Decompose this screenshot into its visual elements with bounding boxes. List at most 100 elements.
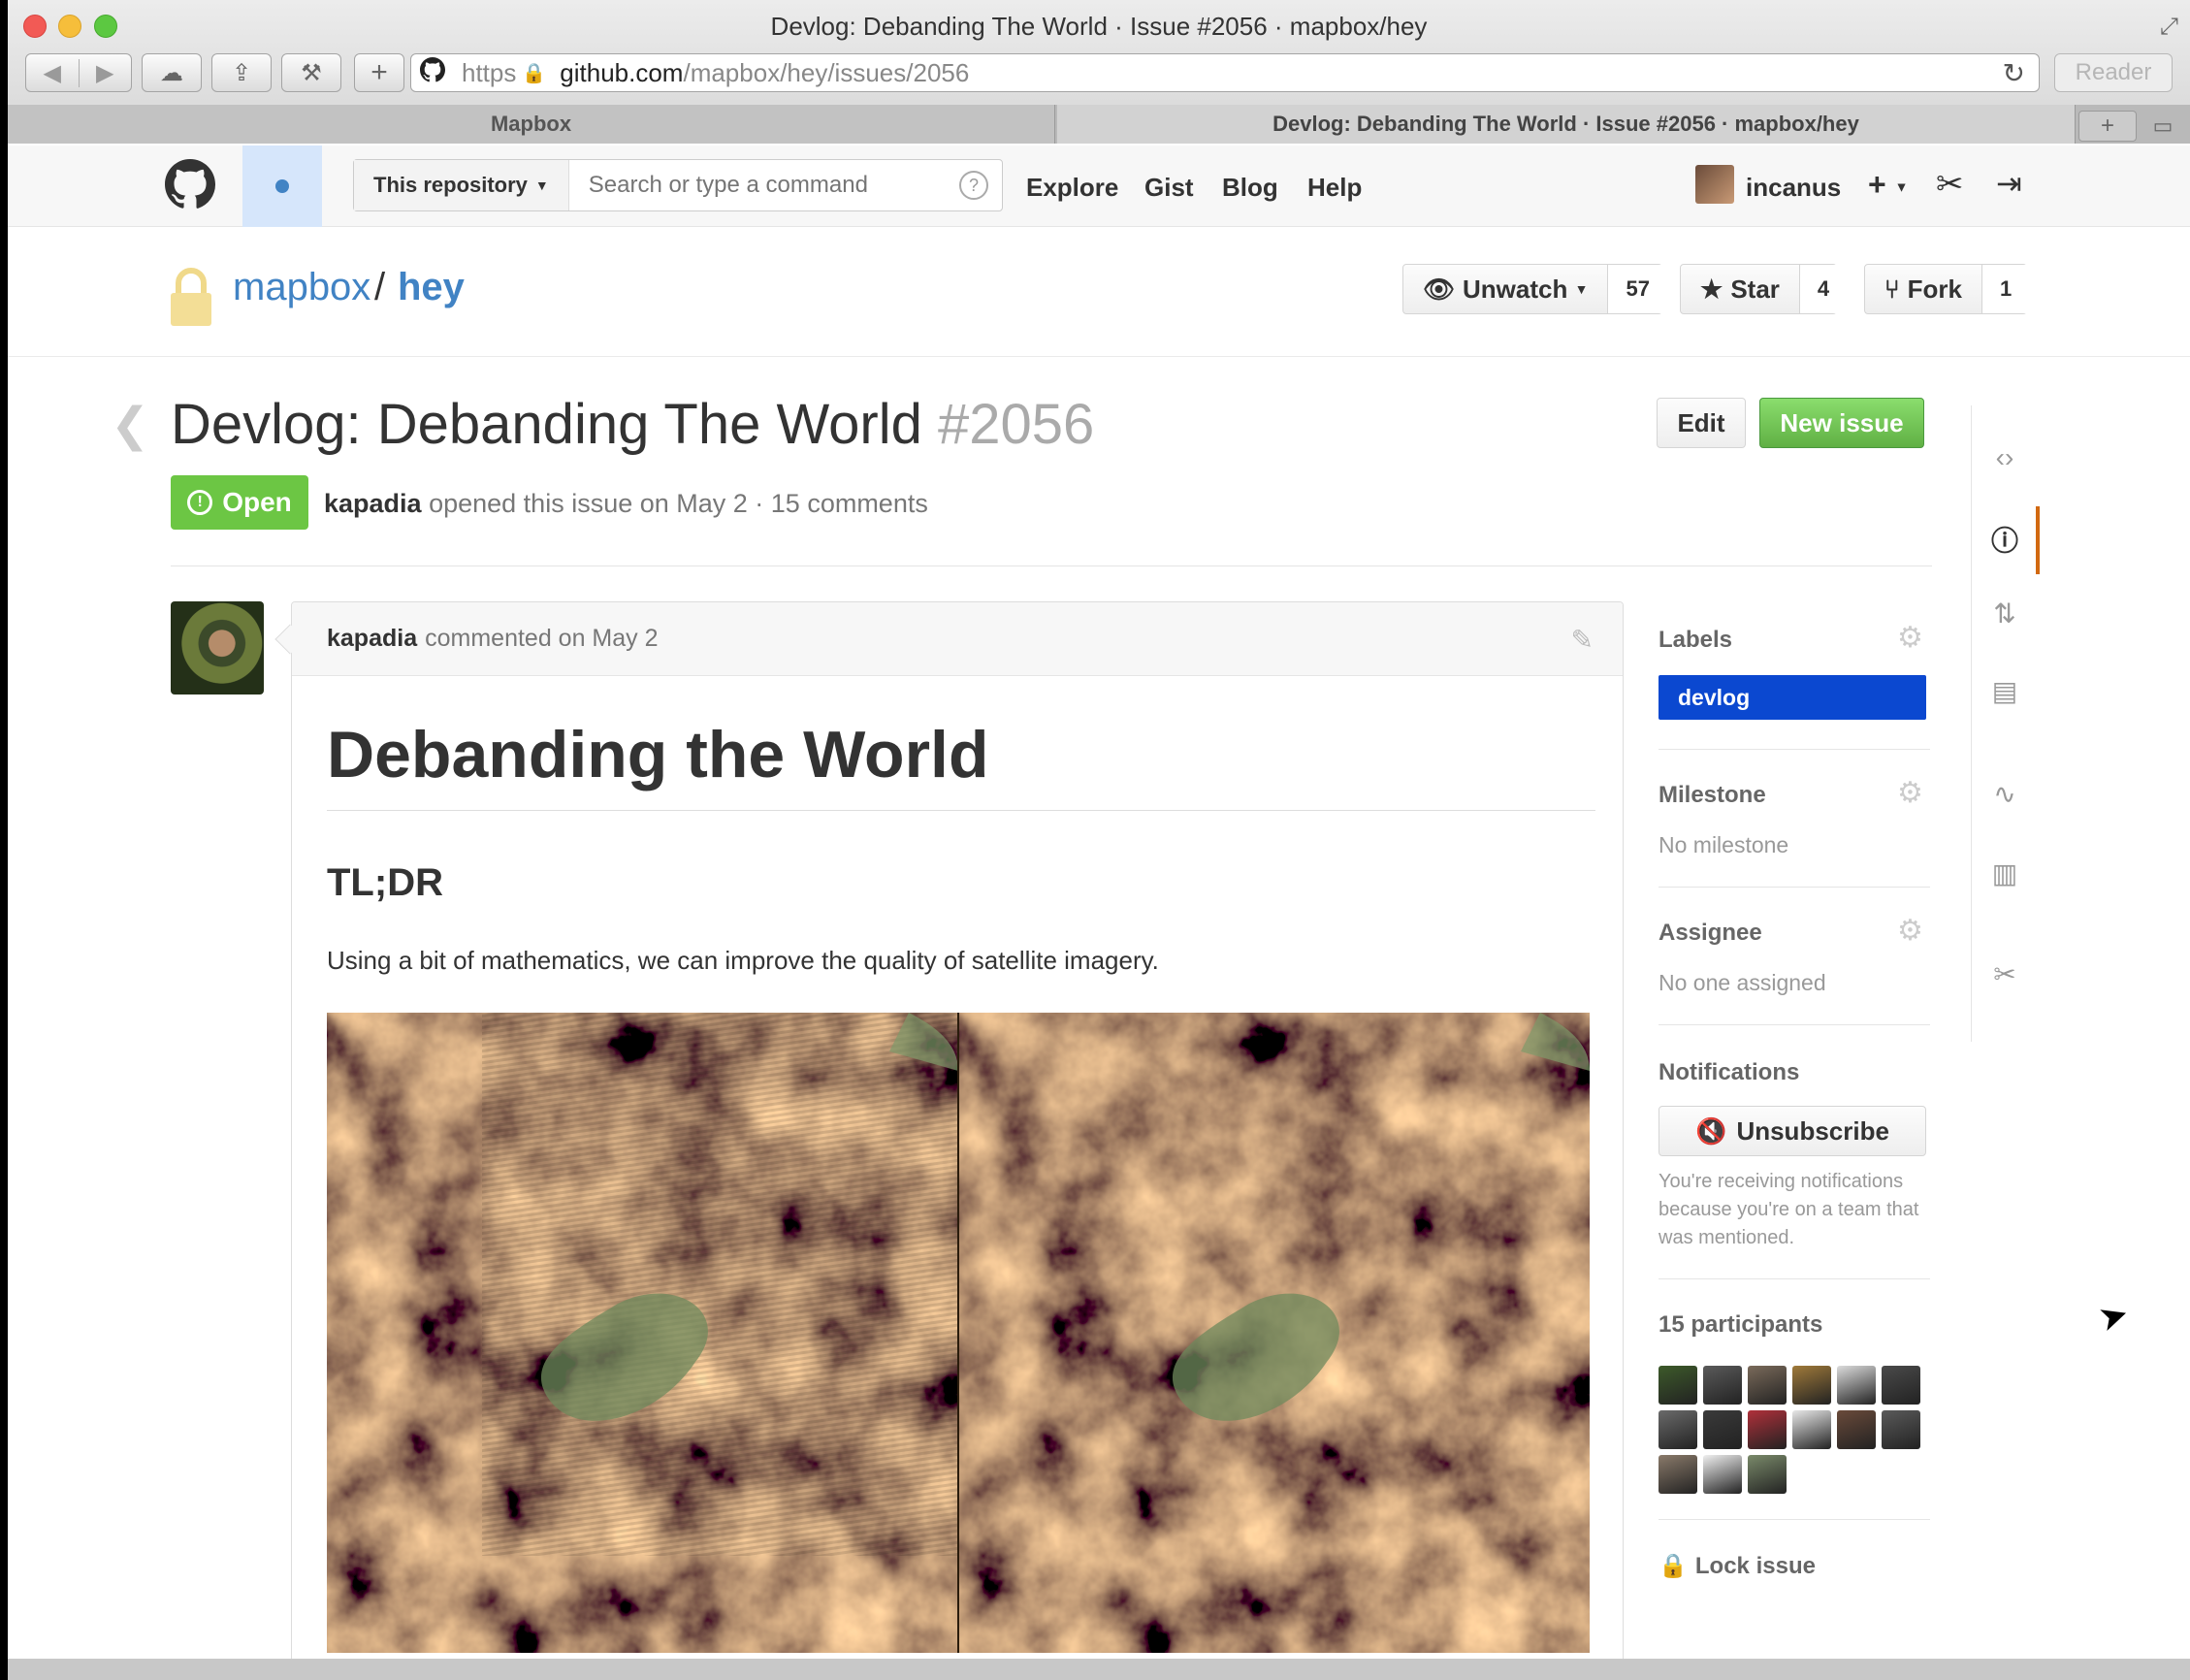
participant-avatar[interactable]	[1659, 1366, 1697, 1405]
participant-avatar[interactable]	[1882, 1366, 1920, 1405]
lock-issue-link[interactable]: 🔒 Lock issue	[1659, 1552, 1816, 1580]
participant-avatar[interactable]	[1792, 1410, 1831, 1449]
url-path: /mapbox/hey/issues/2056	[683, 57, 970, 87]
repo-path-separator: /	[374, 266, 386, 308]
new-issue-button[interactable]: New issue	[1759, 398, 1924, 448]
participant-avatar[interactable]	[1748, 1455, 1787, 1494]
wiki-book-icon[interactable]: ▤	[1972, 675, 2038, 707]
unsubscribe-button[interactable]: 🔇 Unsubscribe	[1659, 1106, 1926, 1156]
browser-window: Devlog: Debanding The World · Issue #205…	[8, 0, 2190, 1680]
participant-avatar[interactable]	[1837, 1410, 1876, 1449]
user-avatar[interactable]	[1695, 165, 1734, 204]
participant-avatar[interactable]	[1703, 1366, 1742, 1405]
address-bar[interactable]: https 🔒 github.com /mapbox/hey/issues/20…	[410, 53, 2040, 92]
nav-explore[interactable]: Explore	[1026, 173, 1118, 203]
issue-number: #2056	[938, 393, 1095, 456]
secure-lock-icon: 🔒	[522, 62, 547, 84]
comment-author-link[interactable]: kapadia	[327, 625, 417, 653]
nav-blog[interactable]: Blog	[1222, 173, 1278, 203]
mute-icon: 🔇	[1695, 1115, 1727, 1146]
fork-icon: ⑂	[1884, 274, 1900, 304]
username-link[interactable]: incanus	[1746, 173, 1841, 203]
unread-notification-dot-icon	[275, 179, 289, 193]
share-button[interactable]: ⇪	[211, 53, 272, 92]
create-new-button[interactable]: + ▼	[1868, 167, 1908, 203]
notifications-reason: You're receiving notifications because y…	[1659, 1171, 1919, 1248]
back-to-issues-chevron-icon[interactable]: ❮	[111, 398, 149, 452]
plus-icon: +	[1868, 167, 1886, 202]
search-help-icon[interactable]: ?	[959, 171, 988, 200]
edit-issue-button[interactable]: Edit	[1657, 398, 1746, 448]
participant-avatar[interactable]	[1703, 1410, 1742, 1449]
search-input[interactable]	[568, 160, 959, 210]
nav-help[interactable]: Help	[1307, 173, 1362, 203]
github-header: This repository ▼ ? Explore Gist Blog He…	[8, 145, 2190, 227]
watch-button-group: 👁 Unwatch ▼ 57	[1402, 264, 1667, 314]
tab-issue[interactable]: Devlog: Debanding The World · Issue #205…	[1057, 105, 2076, 144]
add-tab-button[interactable]: +	[2078, 111, 2137, 142]
github-logo-icon[interactable]	[165, 159, 216, 210]
nav-gist[interactable]: Gist	[1144, 173, 1194, 203]
back-forward-group: ◀ ▶	[25, 53, 132, 92]
account-settings-icon[interactable]: ✂	[1936, 165, 1964, 204]
developer-tools-button[interactable]: ⚒	[281, 53, 341, 92]
participant-avatar[interactable]	[1837, 1366, 1876, 1405]
participant-avatar[interactable]	[1703, 1455, 1742, 1494]
divider	[1659, 1024, 1930, 1025]
participant-avatar[interactable]	[1748, 1366, 1787, 1405]
participant-avatar[interactable]	[1659, 1455, 1697, 1494]
notifications-heading: Notifications	[1659, 1059, 1800, 1085]
icloud-tabs-button[interactable]: ☁	[142, 53, 202, 92]
forward-icon[interactable]: ▶	[80, 59, 132, 87]
participant-avatar[interactable]	[1882, 1410, 1920, 1449]
graphs-icon[interactable]: ▥	[1972, 857, 2038, 889]
search-scope-select[interactable]: This repository ▼	[354, 160, 569, 210]
notifications-button[interactable]	[242, 145, 322, 227]
pulse-icon[interactable]: ∿	[1972, 778, 2038, 810]
issues-icon[interactable]: ⓘ	[1972, 520, 2038, 559]
milestone-gear-icon[interactable]: ⚙	[1897, 776, 1923, 810]
fork-label: Fork	[1907, 274, 1962, 304]
label-devlog[interactable]: devlog	[1659, 675, 1926, 720]
code-icon[interactable]: ‹›	[1972, 442, 2038, 473]
issue-state-label: Open	[222, 487, 292, 517]
star-icon: ★	[1700, 274, 1723, 304]
reader-button[interactable]: Reader	[2054, 53, 2173, 92]
pull-request-icon[interactable]: ⇅	[1972, 598, 2038, 630]
fork-button[interactable]: ⑂ Fork	[1865, 265, 1981, 313]
participant-avatar[interactable]	[1659, 1410, 1697, 1449]
sign-out-icon[interactable]: ⇥	[1996, 165, 2022, 202]
repo-owner-link[interactable]: mapbox	[233, 266, 370, 309]
reload-icon[interactable]: ↻	[2003, 57, 2025, 89]
comment-header: kapadia commented on May 2 ✎	[292, 602, 1623, 676]
comment-timestamp[interactable]: commented on May 2	[425, 625, 658, 653]
comment-author-avatar[interactable]	[171, 601, 264, 695]
eye-icon: 👁	[1423, 274, 1456, 304]
caret-down-icon: ▼	[1574, 281, 1589, 297]
new-tab-button[interactable]: +	[354, 53, 404, 92]
issue-meta: kapadia opened this issue on May 2 · 15 …	[324, 489, 928, 519]
back-icon[interactable]: ◀	[26, 58, 80, 87]
tab-overview-icon[interactable]: ▭	[2142, 111, 2184, 142]
star-button[interactable]: ★ Star	[1681, 265, 1799, 313]
fullscreen-icon[interactable]: ⤢	[2160, 14, 2178, 41]
pencil-icon[interactable]: ✎	[1571, 624, 1594, 656]
participant-avatar[interactable]	[1748, 1410, 1787, 1449]
participant-avatar[interactable]	[1792, 1366, 1831, 1405]
assignee-gear-icon[interactable]: ⚙	[1897, 914, 1923, 948]
github-favicon-icon	[411, 56, 454, 89]
unwatch-button[interactable]: 👁 Unwatch ▼	[1403, 265, 1607, 313]
issue-title-text: Devlog: Debanding The World	[171, 393, 922, 456]
issue-author-link[interactable]: kapadia	[324, 489, 422, 518]
stars-count[interactable]: 4	[1798, 265, 1848, 313]
repo-nav-active-indicator	[2036, 506, 2040, 574]
repo-settings-icon[interactable]: ✂	[1972, 958, 2038, 990]
divider	[1659, 887, 1930, 888]
labels-gear-icon[interactable]: ⚙	[1897, 621, 1923, 655]
tab-mapbox[interactable]: Mapbox	[8, 105, 1055, 144]
repo-name-link[interactable]: hey	[398, 266, 465, 309]
issue-meta-text: opened this issue on May 2 · 15 comments	[429, 489, 928, 518]
hammer-icon: ⚒	[301, 59, 322, 86]
watchers-count[interactable]: 57	[1607, 265, 1667, 313]
forks-count[interactable]: 1	[1981, 265, 2030, 313]
